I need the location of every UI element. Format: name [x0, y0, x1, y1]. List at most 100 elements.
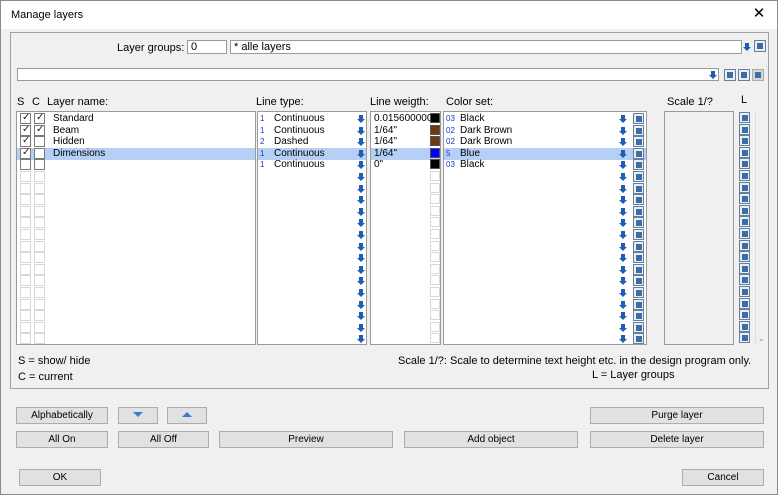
color-row[interactable]: [444, 229, 646, 241]
color-settings-icon[interactable]: [633, 205, 644, 217]
color-dropdown-icon[interactable]: [618, 172, 628, 182]
color-settings-icon[interactable]: [633, 298, 644, 310]
line-type-row[interactable]: [258, 322, 366, 334]
color-row[interactable]: 02 Dark Brown: [444, 136, 646, 148]
current-checkbox[interactable]: [34, 229, 45, 240]
show-checkbox[interactable]: [20, 310, 31, 322]
layer-groups-icon[interactable]: [739, 274, 750, 286]
line-type-row[interactable]: 1 Continuous: [258, 113, 366, 125]
color-swatch[interactable]: [430, 263, 440, 274]
preview-button[interactable]: Preview: [219, 431, 393, 448]
show-checkbox[interactable]: [20, 112, 31, 124]
ok-button[interactable]: OK: [19, 469, 101, 486]
color-swatch[interactable]: [430, 194, 440, 205]
color-row[interactable]: [444, 252, 646, 264]
color-row[interactable]: [444, 275, 646, 287]
line-type-row[interactable]: [258, 183, 366, 195]
move-down-button[interactable]: [118, 407, 158, 424]
layer-group-dropdown-icon[interactable]: [742, 42, 752, 52]
current-checkbox[interactable]: [34, 124, 45, 136]
color-dropdown-icon[interactable]: [618, 184, 628, 194]
color-dropdown-icon[interactable]: [618, 311, 628, 321]
color-row[interactable]: [444, 333, 646, 344]
vertical-scrollbar[interactable]: ⌄: [755, 111, 767, 345]
show-checkbox[interactable]: [20, 194, 31, 206]
line-type-dropdown-icon[interactable]: [356, 149, 366, 159]
line-type-dropdown-icon[interactable]: [356, 288, 366, 298]
line-type-dropdown-icon[interactable]: [356, 114, 366, 124]
color-dropdown-icon[interactable]: [618, 242, 628, 252]
line-type-dropdown-icon[interactable]: [356, 334, 366, 344]
color-dropdown-icon[interactable]: [618, 288, 628, 298]
show-checkbox[interactable]: [20, 321, 31, 333]
color-swatch[interactable]: [430, 171, 440, 181]
line-type-row[interactable]: [258, 229, 366, 241]
color-dropdown-icon[interactable]: [618, 265, 628, 275]
current-checkbox[interactable]: [34, 298, 45, 310]
show-checkbox[interactable]: [20, 205, 31, 217]
color-dropdown-icon[interactable]: [618, 218, 628, 228]
color-dropdown-icon[interactable]: [618, 276, 628, 286]
layer-groups-manage-icon[interactable]: [754, 40, 766, 52]
color-settings-icon[interactable]: [633, 263, 644, 275]
color-settings-icon[interactable]: [633, 229, 644, 240]
line-type-dropdown-icon[interactable]: [356, 218, 366, 228]
move-up-button[interactable]: [167, 407, 207, 424]
layer-groups-icon[interactable]: [739, 204, 750, 216]
layer-groups-icon[interactable]: [739, 332, 750, 344]
layer-row[interactable]: [17, 194, 255, 206]
current-checkbox[interactable]: [34, 159, 45, 171]
scroll-down-icon[interactable]: ⌄: [758, 334, 765, 343]
purge-layer-button[interactable]: Purge layer: [590, 407, 764, 424]
layer-filter-input[interactable]: [17, 68, 719, 81]
color-settings-icon[interactable]: [633, 113, 644, 124]
line-type-dropdown-icon[interactable]: [356, 172, 366, 182]
current-checkbox[interactable]: [34, 182, 45, 194]
line-type-row[interactable]: [258, 275, 366, 287]
color-swatch[interactable]: [430, 310, 440, 321]
show-checkbox[interactable]: [20, 229, 31, 240]
save-icon[interactable]: [724, 69, 736, 81]
color-settings-icon[interactable]: [633, 171, 644, 182]
current-checkbox[interactable]: [34, 171, 45, 182]
line-type-row[interactable]: [258, 171, 366, 183]
color-settings-icon[interactable]: [633, 147, 644, 159]
line-type-dropdown-icon[interactable]: [356, 323, 366, 333]
layer-row[interactable]: [17, 263, 255, 276]
color-row[interactable]: [444, 217, 646, 229]
layer-groups-icon[interactable]: [739, 239, 750, 251]
color-row[interactable]: 03 Black: [444, 159, 646, 171]
show-checkbox[interactable]: [20, 275, 31, 287]
color-swatch[interactable]: [430, 182, 440, 193]
filter-dropdown-icon[interactable]: [708, 70, 718, 80]
color-swatch[interactable]: [430, 159, 440, 170]
color-swatch[interactable]: [430, 124, 440, 135]
scale-list[interactable]: [664, 111, 734, 345]
layer-groups-icon[interactable]: [739, 251, 750, 263]
layer-groups-icon[interactable]: [739, 216, 750, 228]
layer-groups-icon[interactable]: [739, 320, 750, 332]
layer-row[interactable]: [17, 310, 255, 322]
layer-groups-icon[interactable]: [739, 112, 750, 123]
color-row[interactable]: [444, 171, 646, 183]
current-checkbox[interactable]: [34, 194, 45, 206]
color-dropdown-icon[interactable]: [618, 207, 628, 217]
layer-groups-icon[interactable]: [739, 309, 750, 321]
line-type-dropdown-icon[interactable]: [356, 276, 366, 286]
current-checkbox[interactable]: [34, 240, 45, 252]
color-swatch[interactable]: [430, 275, 440, 286]
current-checkbox[interactable]: [34, 275, 45, 287]
line-type-row[interactable]: [258, 194, 366, 206]
line-type-dropdown-icon[interactable]: [356, 160, 366, 170]
close-icon[interactable]: ✕: [751, 6, 767, 22]
show-checkbox[interactable]: [20, 263, 31, 275]
line-type-dropdown-icon[interactable]: [356, 242, 366, 252]
show-checkbox[interactable]: [20, 124, 31, 136]
color-swatch[interactable]: [430, 240, 440, 251]
show-checkbox[interactable]: [20, 287, 31, 298]
layer-groups-icon[interactable]: [739, 297, 750, 309]
color-dropdown-icon[interactable]: [618, 126, 628, 136]
layer-groups-icon[interactable]: [739, 228, 750, 239]
color-dropdown-icon[interactable]: [618, 195, 628, 205]
line-type-row[interactable]: [258, 287, 366, 299]
